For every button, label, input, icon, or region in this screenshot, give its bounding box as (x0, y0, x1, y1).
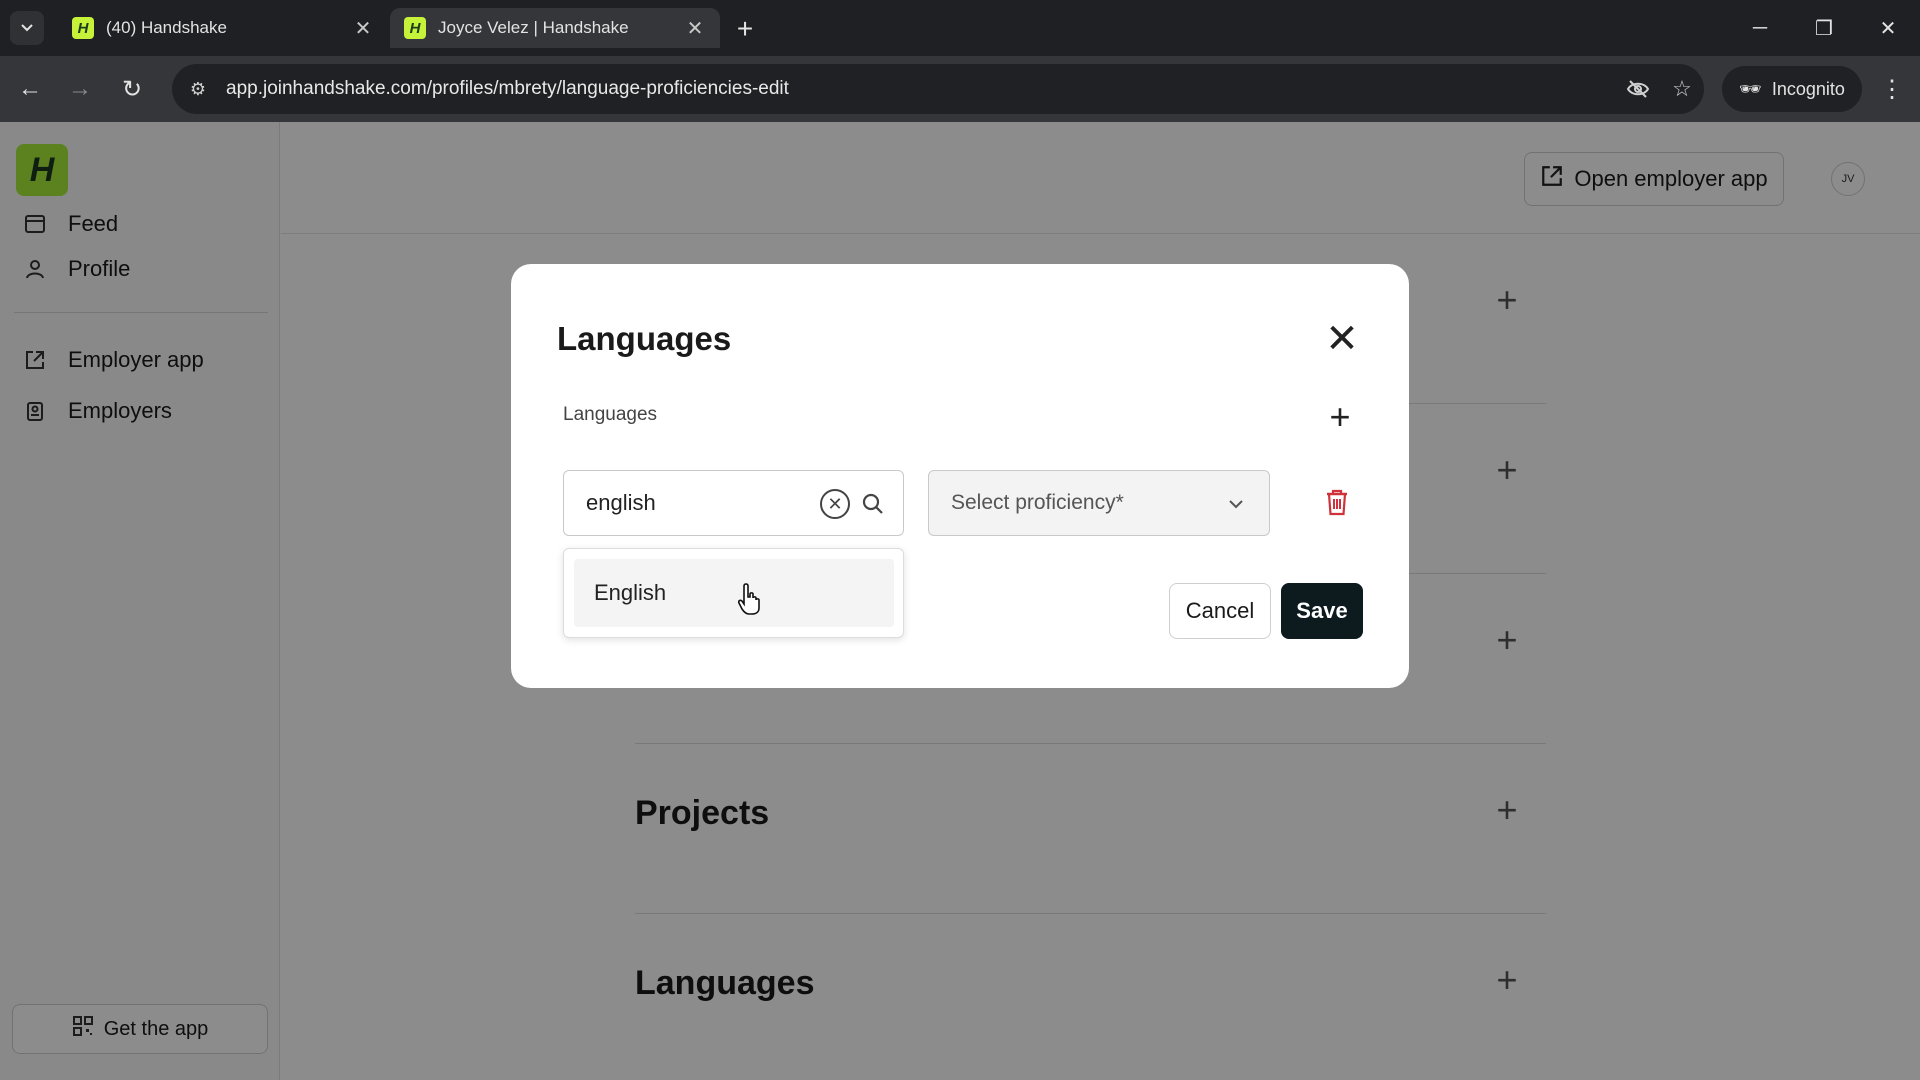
hand-pointer-cursor-icon (737, 582, 762, 618)
modal-title: Languages (557, 320, 732, 357)
incognito-label: Incognito (1771, 78, 1845, 99)
browser-tab-joyce-velez[interactable]: H Joyce Velez | Handshake ✕ (390, 8, 720, 48)
language-dropdown: English (563, 548, 904, 638)
browser-menu-icon[interactable]: ⋮ (1874, 71, 1910, 107)
incognito-indicator[interactable]: 🕶 Incognito (1722, 66, 1862, 112)
clear-input-icon[interactable]: ✕ (820, 489, 850, 519)
handshake-favicon-icon: H (72, 17, 94, 39)
languages-modal: Languages ✕ Languages + ✕ Select profici… (511, 264, 1409, 688)
proficiency-select[interactable]: Select proficiency* (928, 470, 1270, 536)
language-search-field[interactable]: ✕ (563, 470, 904, 536)
tab-title: (40) Handshake (106, 18, 227, 37)
proficiency-placeholder: Select proficiency* (951, 491, 1124, 514)
close-tab-icon[interactable]: ✕ (352, 17, 374, 40)
chevron-down-icon (21, 24, 33, 32)
close-tab-icon[interactable]: ✕ (684, 17, 706, 40)
close-window-icon[interactable]: ✕ (1868, 10, 1908, 46)
handshake-favicon-icon: H (404, 17, 426, 39)
delete-trash-icon[interactable] (1317, 482, 1357, 522)
reload-icon[interactable]: ↻ (114, 71, 150, 107)
tab-title: Joyce Velez | Handshake (438, 18, 629, 37)
chevron-down-icon (1221, 489, 1251, 519)
browser-toolbar: ← → ↻ ⚙ app.joinhandshake.com/profiles/m… (0, 56, 1920, 122)
close-icon[interactable]: ✕ (1317, 314, 1367, 364)
save-button[interactable]: Save (1281, 583, 1363, 639)
language-search-input[interactable] (586, 490, 806, 516)
address-bar[interactable]: ⚙ app.joinhandshake.com/profiles/mbrety/… (172, 64, 1704, 114)
star-bookmark-icon[interactable]: ☆ (1660, 67, 1704, 111)
new-tab-plus-icon[interactable]: + (730, 13, 760, 44)
search-icon[interactable] (856, 487, 890, 521)
languages-field-label: Languages (563, 404, 658, 425)
tab-search-button[interactable] (10, 11, 44, 45)
browser-tab-bar: H (40) Handshake ✕ H Joyce Velez | Hands… (0, 0, 1920, 56)
eye-off-icon[interactable] (1616, 67, 1660, 111)
site-info-icon[interactable]: ⚙ (178, 69, 218, 109)
add-language-plus-icon[interactable]: + (1317, 394, 1363, 440)
incognito-icon: 🕶 (1739, 78, 1762, 99)
restore-icon[interactable]: ❐ (1804, 10, 1844, 46)
forward-arrow-icon[interactable]: → (62, 71, 98, 107)
dropdown-option-english[interactable]: English (574, 559, 894, 627)
url-text[interactable]: app.joinhandshake.com/profiles/mbrety/la… (226, 78, 1616, 100)
back-arrow-icon[interactable]: ← (12, 71, 48, 107)
cancel-button[interactable]: Cancel (1169, 583, 1271, 639)
handshake-page: H Feed Profile Employer app Employers Ge… (0, 122, 1920, 1080)
browser-tab-handshake[interactable]: H (40) Handshake ✕ (58, 8, 388, 48)
minimize-icon[interactable]: ─ (1740, 10, 1780, 46)
